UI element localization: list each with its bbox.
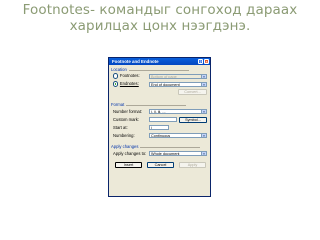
footnotes-label: Footnotes: [119,73,140,78]
symbol-button[interactable]: Symbol... [179,116,207,123]
footnotes-position-select[interactable]: Bottom of page ▼ [149,73,207,79]
insert-button[interactable]: Insert [115,162,142,168]
dialog-title: Footnote and Endnote [112,59,159,64]
close-icon[interactable]: × [204,59,209,64]
apply-changes-section-label: Apply changes [111,144,203,149]
endnotes-option[interactable]: Endnotes: [113,81,139,87]
footnotes-position-value: Bottom of page [151,74,177,79]
footnotes-dropdown-icon[interactable]: ▼ [201,74,206,78]
apply-to-value: Whole document [151,152,180,156]
number-format-select[interactable]: i, ii, iii, ... ▼ [149,109,207,114]
slide-title-line-2: харилцах цонх нээгдэнэ. [69,18,251,34]
endnotes-dropdown-icon[interactable]: ▼ [201,82,206,86]
apply-to-select[interactable]: Whole document ▼ [149,151,207,156]
start-at-label: Start at: [113,125,128,130]
apply-to-label: Apply changes to: [113,151,147,156]
format-section-label: Format [111,102,188,107]
numbering-dropdown-icon[interactable]: ▼ [201,134,206,137]
endnotes-position-value: End of document [151,82,180,87]
endnotes-label: Endnotes: [119,81,139,86]
apply-button[interactable]: Apply [179,162,206,168]
convert-button[interactable]: Convert... [178,89,207,95]
slide-title-line-1: Footnotes- командыг сонгоход дараах [22,2,298,18]
footnote-endnote-dialog: Footnote and Endnote ? × Location Footno… [108,57,211,197]
help-icon[interactable]: ? [198,59,203,64]
footnotes-radio[interactable] [113,73,119,79]
endnotes-radio[interactable] [113,81,119,87]
start-at-value: i [151,126,152,130]
numbering-select[interactable]: Continuous ▼ [149,133,207,138]
dialog-titlebar[interactable]: Footnote and Endnote ? × [109,58,210,65]
number-format-value: i, ii, iii, ... [151,110,166,114]
slide-title: Footnotes- командыг сонгоход дараах хари… [0,2,320,34]
apply-to-dropdown-icon[interactable]: ▼ [201,152,206,155]
numbering-value: Continuous [151,134,171,138]
location-section-label: Location [111,67,189,72]
number-format-label: Number format: [113,109,143,114]
footnotes-option[interactable]: Footnotes: [113,73,140,79]
custom-mark-input[interactable] [149,117,177,122]
cancel-button[interactable]: Cancel [147,162,174,168]
numbering-label: Numbering: [113,133,135,138]
endnotes-position-select[interactable]: End of document ▼ [149,81,207,87]
start-at-stepper[interactable]: i [149,125,169,130]
number-format-dropdown-icon[interactable]: ▼ [201,110,206,113]
custom-mark-label: Custom mark: [113,117,140,122]
